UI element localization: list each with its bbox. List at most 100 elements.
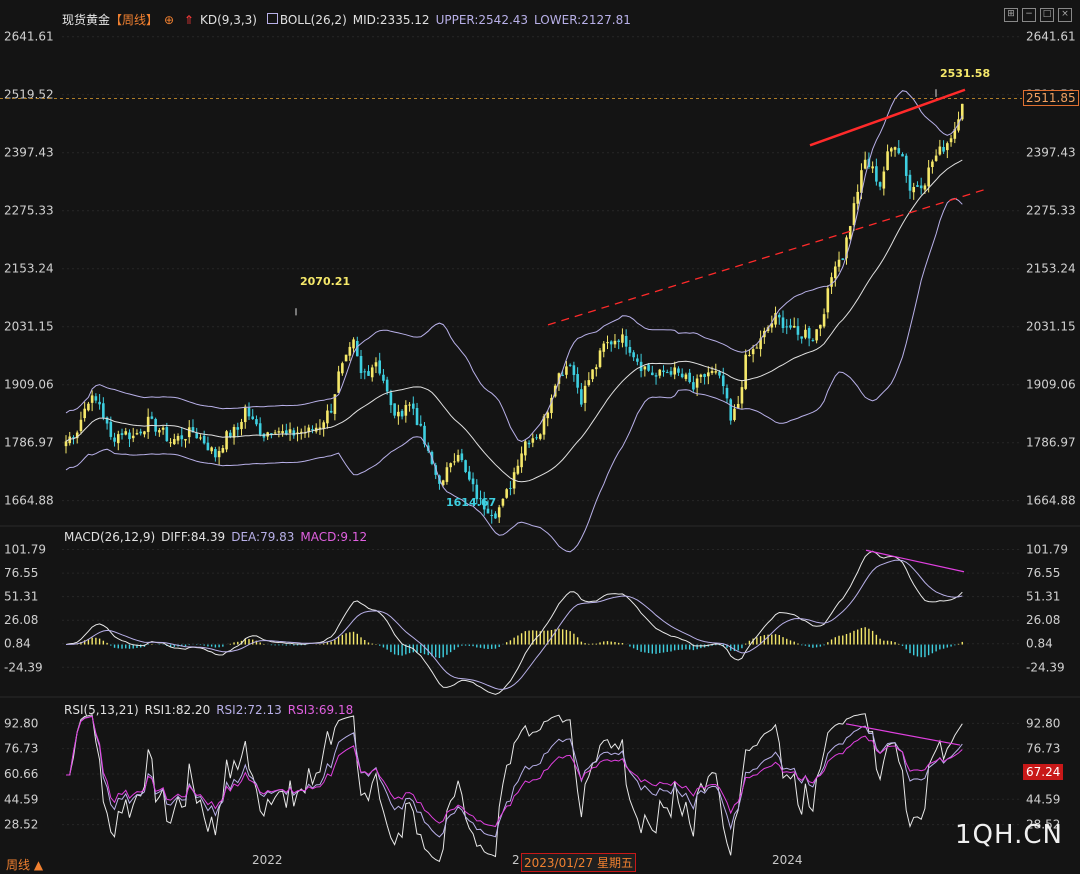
candle-body (445, 467, 449, 482)
candle-body (703, 374, 706, 377)
candle-body (363, 371, 367, 373)
candle-body (79, 419, 83, 432)
price-tick-right: 2275.33 (1026, 204, 1076, 218)
candle-body (572, 365, 576, 376)
chart-canvas: 2641.612641.612519.522519.522397.432397.… (0, 30, 1080, 863)
candle-body (617, 340, 620, 342)
candle-body (128, 432, 131, 440)
macd-tick-right: -24.39 (1026, 660, 1065, 674)
candle-body (736, 403, 740, 409)
candle-body (804, 329, 807, 338)
candle-body (729, 399, 733, 421)
candle-body (568, 364, 572, 366)
candle-body (273, 432, 277, 434)
candle-body (415, 408, 419, 425)
candle-body (830, 277, 833, 287)
macd-dea: DEA:79.83 (231, 530, 295, 544)
rsi-current-badge: 67.24 (1023, 764, 1064, 780)
candle-body (389, 392, 393, 406)
candle-body (591, 369, 594, 380)
candle-body (938, 146, 942, 155)
period-tag[interactable]: 【周线】 (110, 13, 158, 27)
main-header: 现货黄金【周线】 ⊕ ⇑ KD(9,3,3) BOLL(26,2) MID:2335.… (62, 11, 637, 28)
candle-body (158, 430, 161, 433)
candle-body (486, 508, 490, 514)
price-tick-left: 2641.61 (4, 30, 54, 44)
candle-body (460, 453, 464, 461)
candle-body (841, 258, 845, 260)
candle-body (946, 143, 949, 151)
candle-body (777, 314, 781, 318)
candle-body (538, 434, 542, 439)
candle-body (942, 147, 945, 152)
candle-body (692, 382, 695, 390)
candle-body (927, 167, 930, 187)
settings-icon[interactable]: ⊕ (164, 13, 174, 27)
candle-body (718, 371, 721, 376)
price-tick-left: 1909.06 (4, 378, 54, 392)
candle-body (934, 155, 938, 161)
candle-body (684, 374, 688, 379)
candle-body (184, 438, 187, 441)
candle-body (412, 403, 415, 409)
candle-body (725, 387, 729, 399)
candle-body (878, 182, 882, 187)
candle-body (90, 395, 94, 403)
candle-body (848, 226, 852, 239)
candle-body (247, 407, 251, 417)
price-tick-left: 2275.33 (4, 204, 54, 218)
candle-body (658, 369, 662, 376)
macd-tick-left: 101.79 (4, 543, 46, 557)
candle-body (464, 460, 467, 473)
candle-body (587, 380, 591, 386)
candle-body (527, 442, 531, 445)
candle-body (288, 429, 292, 433)
price-tick-left: 2397.43 (4, 146, 54, 160)
rsi-tick-left: 92.80 (4, 716, 38, 730)
candle-body (931, 161, 934, 168)
rsi-label: RSI(5,13,21) (64, 703, 139, 717)
macd-dea-line (65, 559, 963, 690)
close-icon[interactable]: × (1058, 8, 1072, 22)
candle-body (594, 367, 598, 370)
candle-body (744, 354, 747, 389)
candle-body (64, 441, 68, 447)
candle-body (490, 514, 494, 516)
candle-body (214, 449, 217, 458)
candle-body (397, 411, 400, 417)
candle-body (494, 513, 497, 519)
rsi-tick-right: 92.80 (1026, 716, 1060, 730)
candle-body (217, 451, 221, 458)
candle-body (404, 404, 408, 416)
macd-header: MACD(26,12,9) DIFF:84.39 DEA:79.83 MACD:9.1… (64, 530, 373, 544)
candle-body (789, 325, 792, 328)
low-label-2022: 1614.67 (446, 496, 496, 509)
candle-body (195, 433, 199, 439)
price-tick-right: 1786.97 (1026, 436, 1076, 450)
grid-icon[interactable]: ⊞ (1004, 8, 1018, 22)
rsi-divergence-line (845, 723, 961, 746)
candle-body (654, 375, 658, 377)
candle-body (113, 437, 116, 442)
candle-body (232, 427, 236, 438)
x-label-2024: 2024 (772, 853, 803, 867)
expand-icon[interactable]: □ (1040, 8, 1054, 22)
high-label-2022: 2070.21 (300, 275, 350, 288)
candle-body (576, 374, 579, 388)
trendline-channel (547, 188, 986, 326)
price-tick-left: 1786.97 (4, 436, 54, 450)
candle-body (251, 416, 255, 420)
candle-body (826, 288, 830, 313)
macd-tick-left: 76.55 (4, 566, 38, 580)
minus-icon[interactable]: − (1022, 8, 1036, 22)
period-switch[interactable]: 周线 ▲ (6, 856, 43, 873)
candle-body (206, 442, 210, 451)
rsi1-value: RSI1:82.20 (144, 703, 211, 717)
candle-body (400, 410, 404, 417)
macd-tick-right: 0.84 (1026, 637, 1053, 651)
price-tick-right: 1664.88 (1026, 494, 1076, 508)
boll-upper: UPPER:2542.43 (435, 13, 529, 27)
candle-body (908, 174, 912, 191)
candle-body (258, 423, 262, 435)
candle-body (688, 372, 691, 383)
